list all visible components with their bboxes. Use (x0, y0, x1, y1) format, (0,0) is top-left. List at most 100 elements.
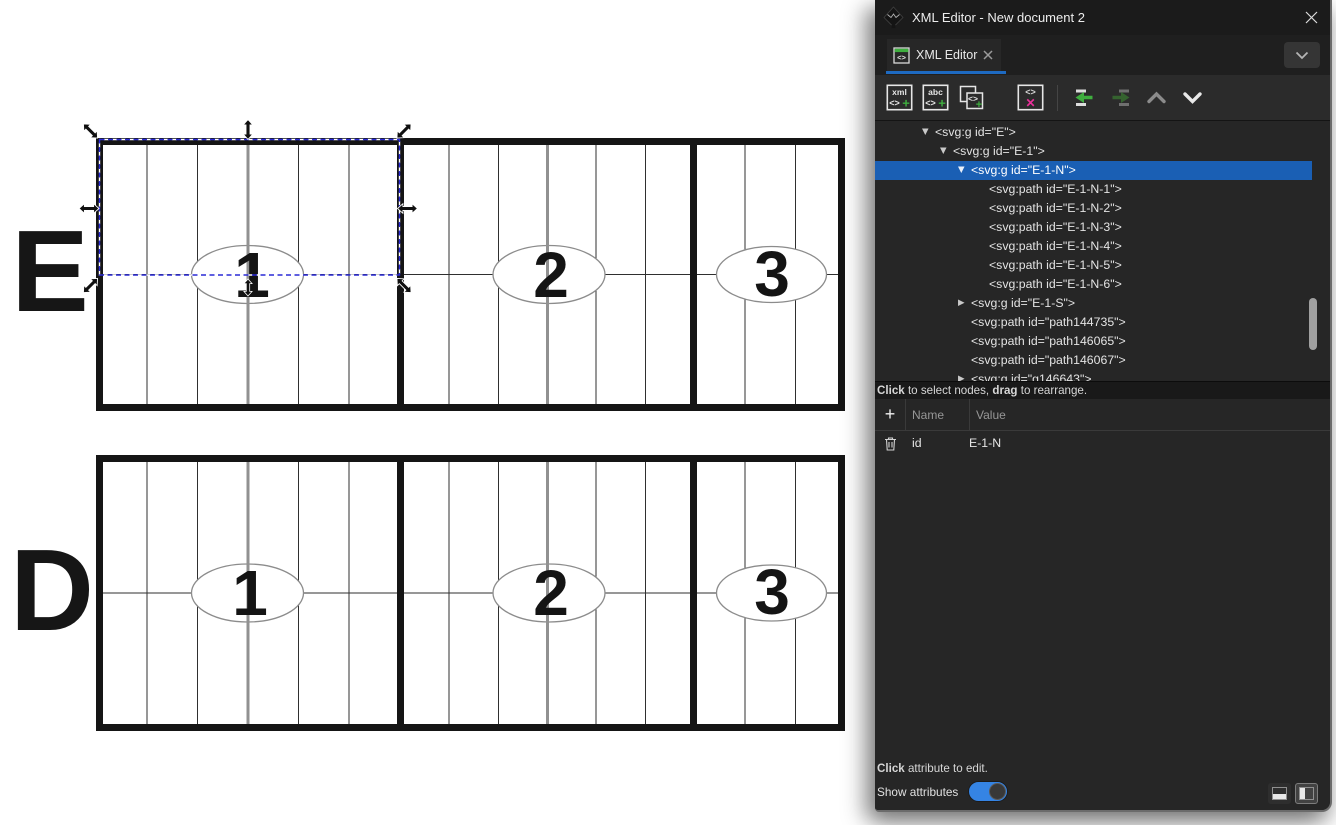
tree-node-label: <svg:path id="E-1-N-4"> (989, 237, 1122, 256)
attr-name-column-header: Name (906, 399, 970, 430)
xml-editor-dialog: XML Editor - New document 2 <> XML Edito… (875, 0, 1332, 812)
attribute-name[interactable]: id (905, 436, 962, 450)
collapse-arrow-icon[interactable]: ▼ (940, 142, 953, 161)
xml-toolbar: xml <> + abc <> + <> + (875, 75, 1330, 120)
duplicate-node-button[interactable]: <> + (956, 82, 987, 113)
trash-icon (884, 436, 897, 451)
new-text-node-icon: abc <> + (922, 84, 949, 111)
tree-node-12[interactable]: <svg:path id="path146067"> (875, 351, 1312, 370)
new-element-node-icon: xml <> + (886, 84, 913, 111)
svg-text:2: 2 (533, 557, 569, 629)
tree-node-label: <svg:g id="E"> (935, 123, 1016, 142)
tree-node-8[interactable]: <svg:path id="E-1-N-6"> (875, 275, 1312, 294)
scale-handle-nw[interactable] (80, 121, 101, 142)
tree-node-label: <svg:g id="E-1-N"> (971, 161, 1076, 180)
tree-node-label: <svg:path id="path146065"> (971, 332, 1126, 351)
tree-node-label: <svg:g id="E-1-S"> (971, 294, 1075, 313)
delete-attribute-button[interactable] (875, 436, 905, 451)
active-tab-underline (886, 71, 1006, 74)
svg-text:2: 2 (533, 239, 569, 311)
expand-arrow-icon[interactable]: ▶ (958, 294, 971, 313)
collapse-arrow-icon[interactable]: ▼ (922, 123, 935, 142)
inkscape-logo-icon (883, 6, 904, 29)
tab-bar: <> XML Editor (875, 35, 1330, 75)
delete-node-button[interactable]: <> ✕ (1015, 82, 1046, 113)
svg-text:<>: <> (897, 53, 906, 62)
new-element-node-button[interactable]: xml <> + (884, 82, 915, 113)
tree-node-label: <svg:g id="g146643"> (971, 370, 1092, 381)
tree-node-7[interactable]: <svg:path id="E-1-N-5"> (875, 256, 1312, 275)
dialog-titlebar[interactable]: XML Editor - New document 2 (875, 0, 1330, 35)
toolbar-separator (1057, 85, 1058, 111)
tree-node-label: <svg:path id="E-1-N-6"> (989, 275, 1122, 294)
toggle-knob (989, 783, 1006, 800)
svg-text:+: + (938, 96, 946, 111)
svg-text:3: 3 (754, 556, 790, 628)
svg-text:3: 3 (754, 238, 790, 310)
attr-value-column-header: Value (970, 399, 1330, 430)
indent-node-icon (1107, 84, 1134, 111)
unindent-node-button[interactable] (1069, 82, 1100, 113)
tree-node-0[interactable]: ▼<svg:g id="E"> (875, 123, 1312, 142)
xml-node-tree[interactable]: ▼<svg:g id="E">▼<svg:g id="E-1">▼<svg:g … (875, 120, 1330, 381)
tree-node-label: <svg:path id="E-1-N-3"> (989, 218, 1122, 237)
tree-node-6[interactable]: <svg:path id="E-1-N-4"> (875, 237, 1312, 256)
tree-node-label: <svg:path id="E-1-N-5"> (989, 256, 1122, 275)
tree-node-5[interactable]: <svg:path id="E-1-N-3"> (875, 218, 1312, 237)
attribute-row-id[interactable]: idE-1-N (875, 431, 1330, 455)
attribute-hint: Click attribute to edit. (877, 762, 1330, 775)
expand-arrow-icon[interactable]: ▶ (958, 370, 971, 381)
tab-xml-editor[interactable]: <> XML Editor (887, 39, 1001, 71)
move-node-up-button[interactable] (1141, 82, 1172, 113)
tab-overflow-button[interactable] (1284, 42, 1320, 68)
tree-node-10[interactable]: <svg:path id="path144735"> (875, 313, 1312, 332)
add-attribute-button[interactable]: + (875, 399, 906, 430)
tree-node-9[interactable]: ▶<svg:g id="E-1-S"> (875, 294, 1312, 313)
tree-node-label: <svg:path id="path144735"> (971, 313, 1126, 332)
tree-node-4[interactable]: <svg:path id="E-1-N-2"> (875, 199, 1312, 218)
collapse-arrow-icon[interactable]: ▼ (958, 161, 971, 180)
indent-node-button[interactable] (1105, 82, 1136, 113)
tree-hint: Click to select nodes, drag to rearrange… (875, 381, 1330, 399)
tree-node-13[interactable]: ▶<svg:g id="g146643"> (875, 370, 1312, 381)
horizontal-split-icon (1272, 787, 1287, 800)
layout-horizontal-button[interactable] (1268, 783, 1291, 804)
move-node-down-button[interactable] (1177, 82, 1208, 113)
attributes-header: + Name Value (875, 399, 1330, 431)
tree-node-label: <svg:path id="E-1-N-2"> (989, 199, 1122, 218)
layout-vertical-button[interactable] (1295, 783, 1318, 804)
drawing-canvas[interactable]: E 1 2 3 D (0, 0, 880, 820)
scale-handle-n[interactable] (243, 120, 253, 140)
arrow-up-icon (1143, 84, 1170, 111)
tab-label: XML Editor (916, 48, 977, 62)
unindent-node-icon (1071, 84, 1098, 111)
show-attributes-label: Show attributes (877, 785, 958, 799)
row-d-ellipses (192, 564, 827, 622)
svg-text:+: + (976, 99, 982, 111)
close-icon[interactable] (1302, 9, 1320, 27)
tree-node-11[interactable]: <svg:path id="path146065"> (875, 332, 1312, 351)
attributes-table[interactable]: idE-1-N (875, 431, 1330, 756)
tree-scrollbar-thumb[interactable] (1309, 298, 1317, 350)
svg-text:✕: ✕ (1025, 96, 1035, 110)
arrow-down-icon (1179, 84, 1206, 111)
svg-object-row-d[interactable]: D 1 2 3 (10, 455, 841, 731)
new-text-node-button[interactable]: abc <> + (920, 82, 951, 113)
tree-node-3[interactable]: <svg:path id="E-1-N-1"> (875, 180, 1312, 199)
vertical-split-icon (1299, 787, 1314, 800)
canvas-label-d[interactable]: D (10, 525, 94, 655)
panel-footer: Click attribute to edit. Show attributes (875, 756, 1330, 810)
tree-node-1[interactable]: ▼<svg:g id="E-1"> (875, 142, 1312, 161)
svg-text:1: 1 (232, 557, 268, 629)
tree-node-label: <svg:path id="E-1-N-1"> (989, 180, 1122, 199)
svg-text:+: + (902, 96, 910, 111)
svg-text:<>: <> (889, 98, 900, 108)
delete-node-icon: <> ✕ (1017, 84, 1044, 111)
tab-close-icon[interactable] (983, 50, 993, 60)
duplicate-node-icon: <> + (958, 84, 985, 111)
canvas-label-e[interactable]: E (11, 206, 88, 336)
show-attributes-toggle[interactable] (968, 781, 1008, 802)
tree-node-2-selected[interactable]: ▼<svg:g id="E-1-N"> (875, 161, 1312, 180)
tree-node-label: <svg:g id="E-1"> (953, 142, 1045, 161)
attribute-value[interactable]: E-1-N (962, 436, 1330, 450)
